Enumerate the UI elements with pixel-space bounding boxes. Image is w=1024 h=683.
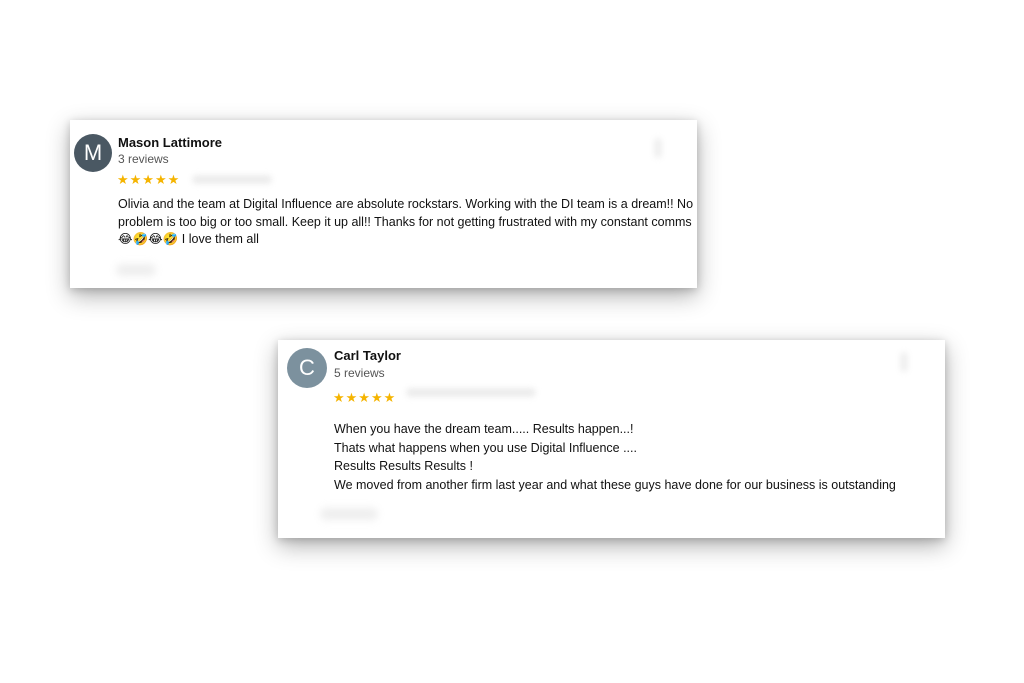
star-rating: ★★★★★ <box>333 390 397 405</box>
blurred-date <box>192 175 272 184</box>
review-count: 3 reviews <box>118 152 169 166</box>
blurred-like-button[interactable] <box>320 508 378 520</box>
reviewer-name[interactable]: Carl Taylor <box>334 348 401 363</box>
review-text-line: problem is too big or too small. Keep it… <box>118 214 692 229</box>
review-text-line: Results Results Results ! <box>334 459 473 473</box>
review-text-line: Olivia and the team at Digital Influence… <box>118 197 694 211</box>
review-count: 5 reviews <box>334 366 385 380</box>
review-text-line: When you have the dream team..... Result… <box>334 422 634 436</box>
review-text: When you have the dream team..... Result… <box>334 420 934 494</box>
star-rating: ★★★★★ <box>117 172 181 187</box>
reviewer-name[interactable]: Mason Lattimore <box>118 135 222 150</box>
review-card-carl: C Carl Taylor 5 reviews ★★★★★ When you h… <box>278 340 945 538</box>
review-text-line: We moved from another firm last year and… <box>334 477 896 492</box>
more-options-icon[interactable] <box>900 352 908 372</box>
review-text-line: Thats what happens when you use Digital … <box>334 440 637 455</box>
review-text: Olivia and the team at Digital Influence… <box>118 196 694 249</box>
review-text-line: 😂🤣😂🤣 I love them all <box>118 232 259 246</box>
avatar[interactable]: M <box>74 134 112 172</box>
more-options-icon[interactable] <box>654 138 662 158</box>
blurred-like-button[interactable] <box>116 264 156 276</box>
avatar[interactable]: C <box>287 348 327 388</box>
review-card-mason: M Mason Lattimore 3 reviews ★★★★★ Olivia… <box>70 120 697 288</box>
blurred-date <box>406 388 536 397</box>
